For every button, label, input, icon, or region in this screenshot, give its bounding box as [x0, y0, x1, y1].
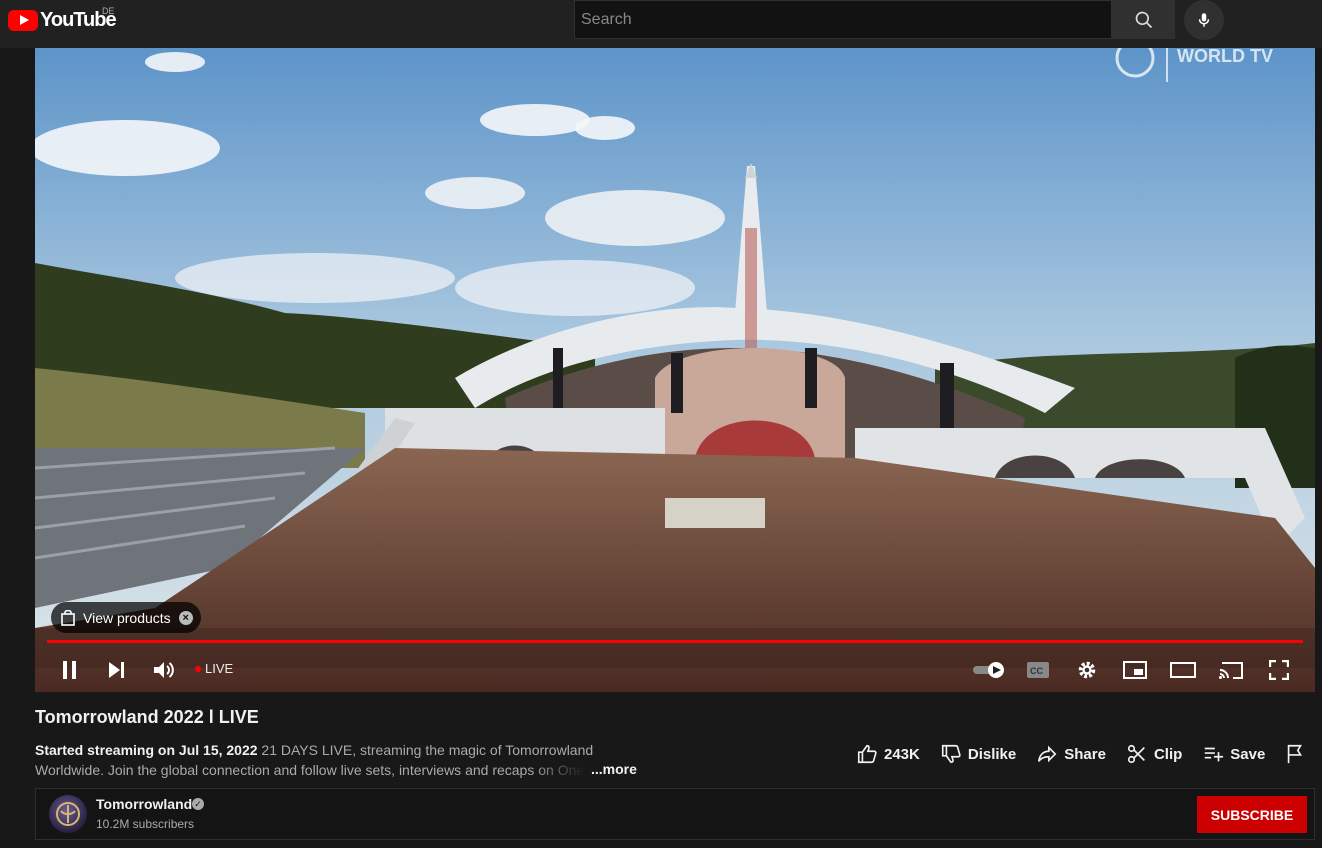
miniplayer-button[interactable] — [1120, 656, 1150, 684]
theater-icon — [1170, 662, 1196, 678]
channel-name[interactable]: Tomorrowland — [96, 796, 192, 812]
dislike-icon — [941, 744, 961, 764]
subscriber-count: 10.2M subscribers — [96, 817, 195, 831]
video-description[interactable]: Started streaming on Jul 15, 2022 21 DAY… — [35, 740, 635, 780]
settings-button[interactable] — [1072, 656, 1102, 684]
clip-label: Clip — [1153, 745, 1183, 763]
live-label: LIVE — [205, 661, 234, 676]
subscribe-button[interactable]: SUBSCRIBE — [1197, 796, 1307, 833]
cast-icon — [1219, 662, 1243, 679]
stream-start-date: Started streaming on Jul 15, 2022 — [35, 742, 258, 758]
clip-icon — [1127, 744, 1145, 764]
volume-button[interactable] — [149, 656, 179, 684]
mic-icon — [1198, 13, 1210, 27]
search-button[interactable] — [1112, 0, 1175, 39]
save-label: Save — [1230, 745, 1266, 763]
dislike-label: Dislike — [967, 745, 1017, 763]
more-link[interactable]: ...more — [591, 761, 637, 777]
avatar[interactable] — [49, 795, 87, 833]
dislike-button[interactable]: Dislike — [940, 743, 1016, 765]
view-products-chip[interactable]: View products × — [51, 602, 201, 633]
pause-icon — [63, 661, 76, 679]
autoplay-toggle[interactable] — [971, 656, 1007, 684]
share-button[interactable]: Share — [1036, 743, 1106, 765]
like-count: 243K — [884, 745, 920, 763]
video-title: Tomorrowland 2022 l LIVE — [35, 707, 259, 727]
fullscreen-button[interactable] — [1264, 656, 1294, 684]
youtube-logo[interactable]: YouTube — [8, 9, 117, 31]
cc-icon: CC — [1027, 662, 1049, 678]
progress-bar[interactable] — [47, 640, 1303, 643]
next-button[interactable] — [101, 656, 131, 684]
youtube-logo-icon — [8, 9, 38, 31]
search-box — [574, 0, 1123, 39]
clip-button[interactable]: Clip — [1126, 743, 1182, 765]
video-player[interactable]: WORLD TV View products × LIVE CC — [35, 48, 1315, 692]
cast-button[interactable] — [1216, 656, 1246, 684]
settings-icon — [1078, 661, 1096, 679]
autoplay-toggle-icon — [973, 662, 1004, 678]
voice-search-button[interactable] — [1184, 0, 1224, 40]
country-code: DE — [102, 6, 115, 16]
captions-button[interactable]: CC — [1023, 656, 1053, 684]
pause-button[interactable] — [55, 656, 85, 684]
player-controls: LIVE CC — [35, 648, 1315, 692]
report-button[interactable] — [1285, 743, 1305, 765]
save-button[interactable]: Save — [1202, 743, 1265, 765]
fullscreen-icon — [1269, 660, 1289, 680]
video-actions: 243K Dislike Share Clip Save — [856, 738, 1305, 770]
next-icon — [109, 662, 124, 678]
share-icon — [1038, 745, 1057, 763]
video-frame — [35, 48, 1315, 692]
view-products-label: View products — [83, 609, 171, 626]
description-line-1: 21 DAYS LIVE, streaming the magic of Tom… — [261, 742, 594, 758]
close-icon[interactable]: × — [178, 610, 193, 625]
miniplayer-icon — [1123, 661, 1147, 679]
live-dot — [195, 665, 201, 672]
live-indicator[interactable]: LIVE — [195, 661, 233, 676]
flag-icon — [1288, 744, 1303, 764]
volume-icon — [154, 662, 174, 678]
theater-mode-button[interactable] — [1168, 656, 1198, 684]
verified-icon: ✓ — [192, 798, 204, 810]
share-label: Share — [1064, 745, 1106, 763]
bag-icon — [61, 609, 75, 626]
watermark-text: WORLD TV — [1177, 48, 1273, 66]
channel-watermark: WORLD TV — [1115, 48, 1273, 82]
search-icon — [1135, 11, 1152, 28]
like-button[interactable]: 243K — [856, 743, 920, 765]
description-line-2: Worldwide. Join the global connection an… — [35, 762, 585, 778]
top-bar: YouTube DE — [0, 0, 1322, 48]
save-icon — [1205, 747, 1224, 762]
channel-logo-icon — [56, 802, 80, 826]
channel-card: Tomorrowland ✓ 10.2M subscribers SUBSCRI… — [35, 788, 1315, 840]
svg-text:CC: CC — [1030, 666, 1043, 676]
search-input[interactable] — [575, 1, 1123, 38]
like-icon — [857, 744, 877, 764]
